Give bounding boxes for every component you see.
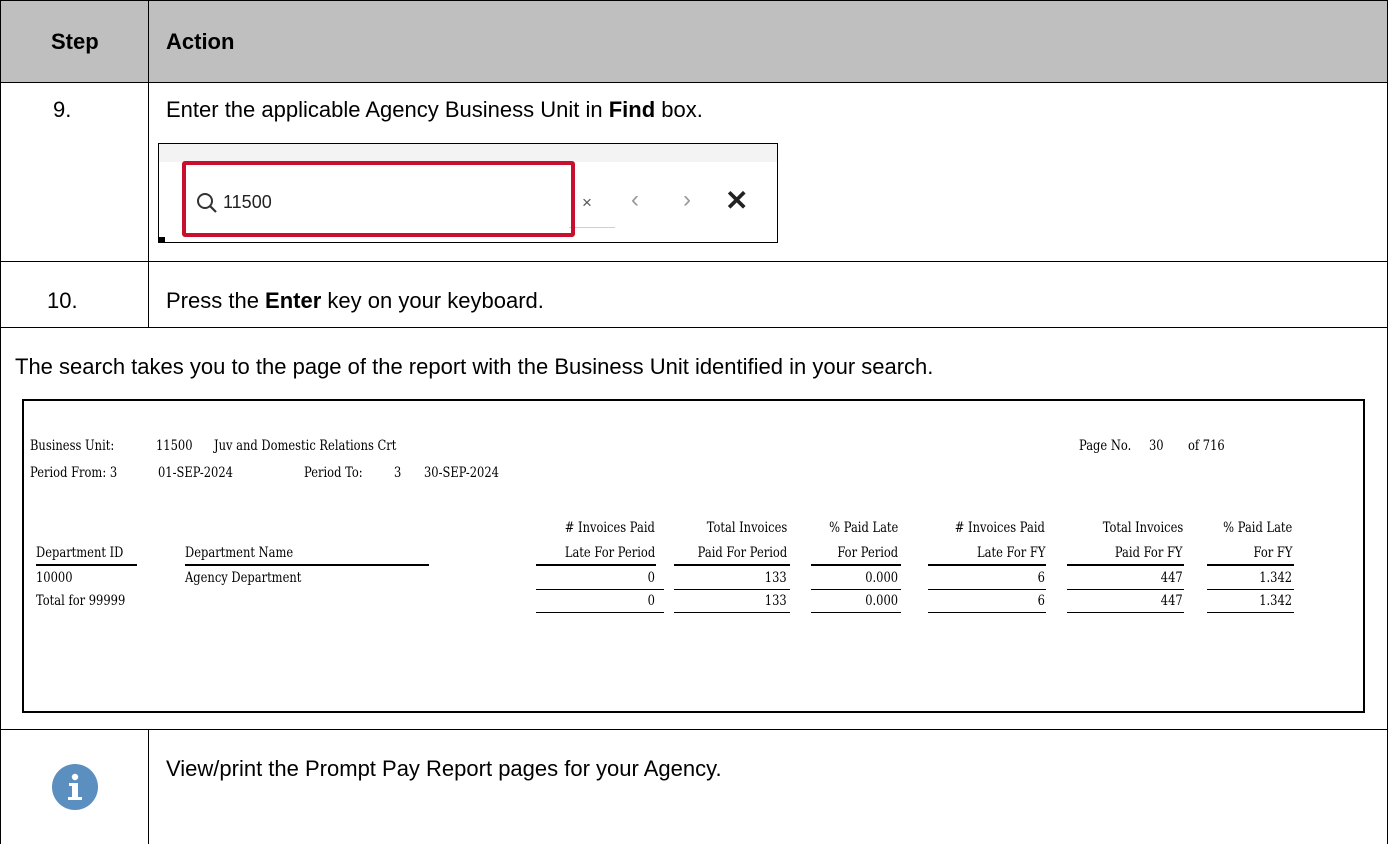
procedure-table: Step Action 9. Enter the applicable Agen… <box>0 0 1388 844</box>
period-to-date: 30-SEP-2024 <box>424 465 499 481</box>
dept-id: 10000 <box>36 570 73 586</box>
chevron-left-icon[interactable]: ‹ <box>631 186 639 214</box>
cell-value: 447 <box>1161 593 1183 609</box>
cell-value: 0.000 <box>865 570 898 586</box>
col-header: Late For FY <box>976 545 1045 561</box>
info-text: View/print the Prompt Pay Report pages f… <box>166 756 722 781</box>
dept-id: Total for 99999 <box>36 593 126 609</box>
cell-value: 6 <box>1037 570 1045 586</box>
cell-value: 1.342 <box>1259 570 1292 586</box>
step-number: 9. <box>53 97 72 122</box>
cell-value: 447 <box>1161 570 1183 586</box>
cell-value: 133 <box>765 570 787 586</box>
period-to-label: Period To: <box>304 465 363 481</box>
bu-value: 11500 <box>156 438 193 454</box>
page-of: of 716 <box>1188 438 1225 454</box>
cell-value: 0 <box>647 593 655 609</box>
col-header: # Invoices Paid <box>564 520 655 536</box>
period-to-value: 3 <box>394 465 402 481</box>
col-header: Total Invoices <box>706 520 787 536</box>
close-icon[interactable]: ✕ <box>725 184 748 217</box>
col-header: For FY <box>1253 545 1292 561</box>
column-header-step: Step <box>51 29 99 54</box>
period-from-date: 01-SEP-2024 <box>158 465 233 481</box>
page-value: 30 <box>1149 438 1164 454</box>
col-header: % Paid Late <box>1222 520 1292 536</box>
find-bar-screenshot: 11500 × ‹ › ✕ <box>158 143 778 243</box>
col-header: Late For Period <box>564 545 655 561</box>
dept-name: Agency Department <box>185 570 302 586</box>
bu-label: Business Unit: <box>30 438 115 454</box>
period-from-label: Period From: 3 <box>30 465 118 481</box>
clear-icon[interactable]: × <box>582 193 592 213</box>
highlight-box <box>182 161 575 237</box>
cell-value: 0 <box>647 570 655 586</box>
step-number: 10. <box>47 288 78 313</box>
step-instruction: Enter the applicable Agency Business Uni… <box>166 97 703 122</box>
dept-name-header: Department Name <box>185 545 294 561</box>
dept-id-header: Department ID <box>36 545 124 561</box>
cell-value: 1.342 <box>1259 593 1292 609</box>
cell-value: 133 <box>765 593 787 609</box>
col-header: Paid For FY <box>1115 545 1183 561</box>
page-label: Page No. <box>1079 438 1132 454</box>
col-header: % Paid Late <box>828 520 898 536</box>
chevron-right-icon[interactable]: › <box>683 186 691 214</box>
cell-value: 0.000 <box>865 593 898 609</box>
info-icon <box>52 764 98 810</box>
col-header: Total Invoices <box>1102 520 1183 536</box>
cell-value: 6 <box>1037 593 1045 609</box>
note-text: The search takes you to the page of the … <box>15 354 934 379</box>
column-header-action: Action <box>166 29 235 54</box>
col-header: For Period <box>837 545 898 561</box>
bu-name: Juv and Domestic Relations Crt <box>214 438 397 454</box>
col-header: # Invoices Paid <box>954 520 1045 536</box>
col-header: Paid For Period <box>697 545 787 561</box>
prompt-pay-report-screenshot: Business Unit: 11500 Juv and Domestic Re… <box>22 399 1365 713</box>
step-instruction: Press the Enter key on your keyboard. <box>166 288 544 313</box>
